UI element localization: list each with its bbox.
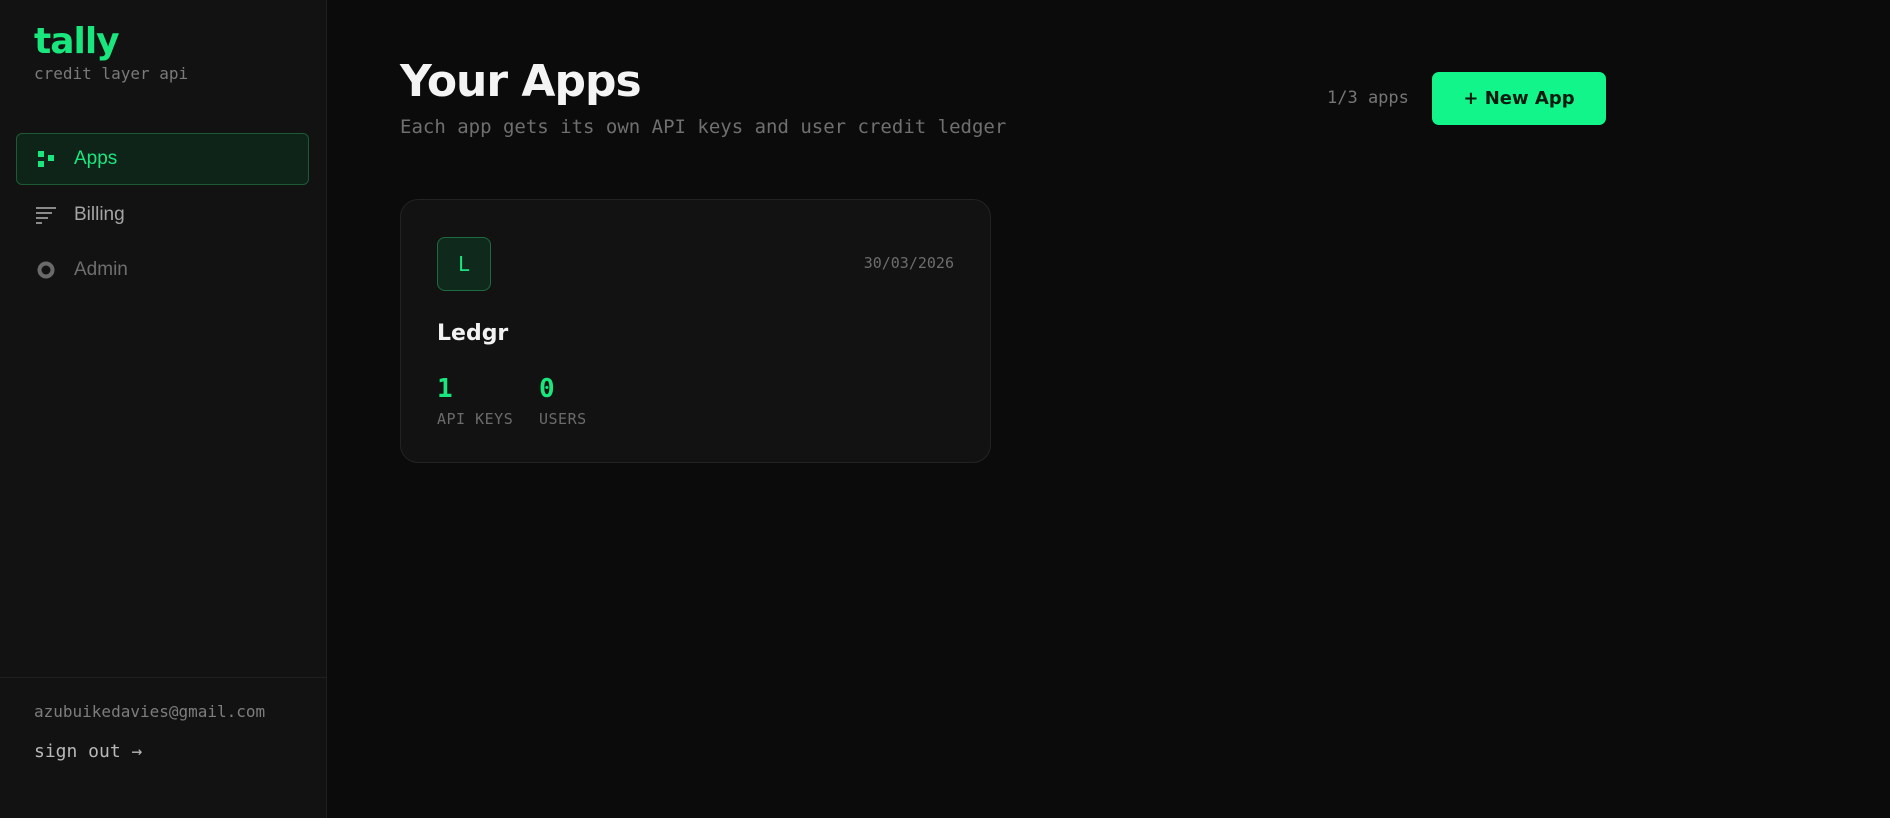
sidebar-item-apps[interactable]: Apps	[16, 133, 309, 185]
sidebar-item-label: Apps	[74, 148, 118, 169]
stat-label: API KEYS	[437, 410, 514, 428]
app-card[interactable]: L 30/03/2026 Ledgr 1 API KEYS 0 USERS	[400, 199, 991, 463]
app-name: Ledgr	[437, 321, 509, 346]
sidebar-footer: azubuikedavies@gmail.com sign out →	[0, 677, 327, 818]
app-avatar: L	[437, 237, 491, 291]
brand-logo[interactable]: tally	[34, 20, 120, 64]
page-title: Your Apps	[400, 56, 642, 107]
app-count: 1/3 apps	[1327, 88, 1409, 108]
stat-api-keys: 1 API KEYS	[437, 374, 513, 428]
stat-value: 0	[539, 374, 555, 404]
grid-icon	[36, 149, 56, 169]
sidebar-item-label: Billing	[74, 204, 125, 225]
sidebar-item-admin[interactable]: Admin	[16, 244, 309, 296]
app-created-date: 30/03/2026	[863, 254, 954, 272]
new-app-button[interactable]: + New App	[1432, 72, 1606, 125]
ring-icon	[36, 260, 56, 280]
list-lines-icon	[36, 205, 56, 225]
stat-label: USERS	[539, 410, 587, 428]
page-subtitle: Each app gets its own API keys and user …	[400, 116, 1007, 138]
sidebar: tally credit layer api Apps Billing Admi…	[0, 0, 327, 818]
sidebar-item-label: Admin	[74, 259, 128, 280]
sidebar-item-billing[interactable]: Billing	[16, 189, 309, 241]
brand-tagline: credit layer api	[34, 64, 189, 83]
sign-out-link[interactable]: sign out →	[34, 741, 142, 762]
stat-value: 1	[437, 374, 453, 404]
stat-users: 0 USERS	[539, 374, 587, 428]
user-email: azubuikedavies@gmail.com	[34, 702, 266, 721]
